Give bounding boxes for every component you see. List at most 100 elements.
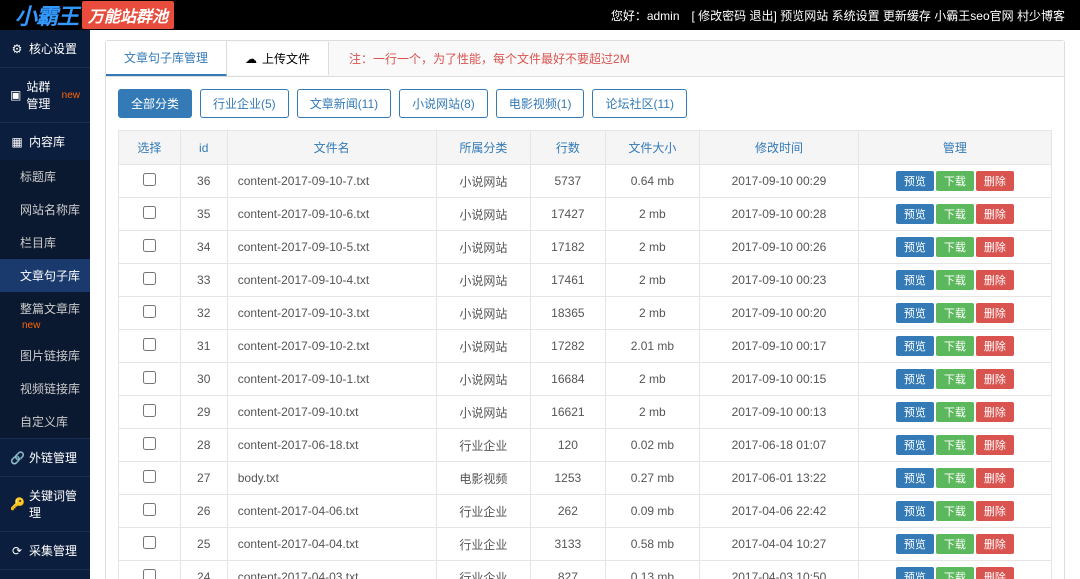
header-link[interactable]: 系统设置 [832, 9, 880, 23]
delete-button[interactable]: 删除 [976, 336, 1014, 356]
delete-button[interactable]: 删除 [976, 567, 1014, 579]
welcome-text: 您好：admin [611, 7, 680, 24]
row-checkbox[interactable] [143, 239, 156, 252]
table-row: 27body.txt电影视频12530.27 mb2017-06-01 13:2… [119, 462, 1052, 495]
sidebar-item-整篇文章库[interactable]: 整篇文章库new [0, 292, 90, 339]
delete-button[interactable]: 删除 [976, 237, 1014, 257]
header-link[interactable]: 预览网站 [780, 9, 828, 23]
col-header: 行数 [531, 131, 606, 165]
preview-button[interactable]: 预览 [896, 303, 934, 323]
row-checkbox[interactable] [143, 173, 156, 186]
row-checkbox[interactable] [143, 305, 156, 318]
download-button[interactable]: 下载 [936, 303, 974, 323]
delete-button[interactable]: 删除 [976, 501, 1014, 521]
delete-button[interactable]: 删除 [976, 369, 1014, 389]
preview-button[interactable]: 预览 [896, 237, 934, 257]
preview-button[interactable]: 预览 [896, 171, 934, 191]
filter-全部分类[interactable]: 全部分类 [118, 89, 192, 118]
table-row: 31content-2017-09-10-2.txt小说网站172822.01 … [119, 330, 1052, 363]
tab-上传文件[interactable]: ☁ 上传文件 [227, 42, 329, 75]
row-checkbox[interactable] [143, 338, 156, 351]
preview-button[interactable]: 预览 [896, 567, 934, 579]
sidebar-item-视频链接库[interactable]: 视频链接库 [0, 372, 90, 405]
filter-行业企业(5)[interactable]: 行业企业(5) [200, 89, 289, 118]
col-header: 文件大小 [605, 131, 700, 165]
table-row: 33content-2017-09-10-4.txt小说网站174612 mb2… [119, 264, 1052, 297]
sidebar-item-栏目库[interactable]: 栏目库 [0, 226, 90, 259]
preview-button[interactable]: 预览 [896, 402, 934, 422]
delete-button[interactable]: 删除 [976, 435, 1014, 455]
sidebar-item-标题库[interactable]: 标题库 [0, 160, 90, 193]
delete-button[interactable]: 删除 [976, 303, 1014, 323]
sidebar-group-关键词管理[interactable]: 🔑 关键词管理 [0, 477, 90, 531]
row-checkbox[interactable] [143, 569, 156, 579]
sidebar-item-自定义库[interactable]: 自定义库 [0, 405, 90, 438]
header-link[interactable]: 退出] [750, 9, 777, 23]
preview-button[interactable]: 预览 [896, 270, 934, 290]
sidebar-group-核心设置[interactable]: ⚙ 核心设置 [0, 30, 90, 67]
download-button[interactable]: 下载 [936, 369, 974, 389]
sidebar-group-内容库[interactable]: ▦ 内容库 [0, 123, 90, 160]
header-link[interactable]: 村少博客 [1017, 9, 1065, 23]
filter-电影视频(1)[interactable]: 电影视频(1) [496, 89, 585, 118]
logo: 小霸王 万能站群池 [15, 0, 174, 31]
download-button[interactable]: 下载 [936, 567, 974, 579]
delete-button[interactable]: 删除 [976, 534, 1014, 554]
preview-button[interactable]: 预览 [896, 534, 934, 554]
download-button[interactable]: 下载 [936, 336, 974, 356]
filter-小说网站(8)[interactable]: 小说网站(8) [399, 89, 488, 118]
table-row: 35content-2017-09-10-6.txt小说网站174272 mb2… [119, 198, 1052, 231]
delete-button[interactable]: 删除 [976, 171, 1014, 191]
col-header: 修改时间 [700, 131, 859, 165]
delete-button[interactable]: 删除 [976, 468, 1014, 488]
filter-row: 全部分类行业企业(5) 文章新闻(11) 小说网站(8) 电影视频(1)论坛社区(11… [118, 89, 1052, 118]
row-checkbox[interactable] [143, 536, 156, 549]
download-button[interactable]: 下载 [936, 534, 974, 554]
row-checkbox[interactable] [143, 206, 156, 219]
sidebar-group-模板管理[interactable]: ▤ 模板管理 [0, 570, 90, 579]
preview-button[interactable]: 预览 [896, 435, 934, 455]
sidebar-item-图片链接库[interactable]: 图片链接库 [0, 339, 90, 372]
download-button[interactable]: 下载 [936, 171, 974, 191]
row-checkbox[interactable] [143, 371, 156, 384]
preview-button[interactable]: 预览 [896, 501, 934, 521]
sidebar-icon: ▣ [10, 88, 21, 102]
row-checkbox[interactable] [143, 503, 156, 516]
row-checkbox[interactable] [143, 470, 156, 483]
sidebar-group-采集管理[interactable]: ⟳ 采集管理 [0, 532, 90, 569]
preview-button[interactable]: 预览 [896, 369, 934, 389]
download-button[interactable]: 下载 [936, 435, 974, 455]
preview-button[interactable]: 预览 [896, 468, 934, 488]
download-button[interactable]: 下载 [936, 468, 974, 488]
header-link[interactable]: 更新缓存 [883, 9, 931, 23]
delete-button[interactable]: 删除 [976, 270, 1014, 290]
sidebar: ⚙ 核心设置▣ 站群管理new▦ 内容库标题库网站名称库栏目库文章句子库整篇文章… [0, 30, 90, 579]
col-header: 文件名 [227, 131, 436, 165]
download-button[interactable]: 下载 [936, 204, 974, 224]
header-link[interactable]: [ 修改密码 [692, 9, 747, 23]
sidebar-icon: 🔗 [10, 451, 24, 465]
header-link[interactable]: 小霸王seo官网 [934, 9, 1013, 23]
preview-button[interactable]: 预览 [896, 204, 934, 224]
sidebar-group-外链管理[interactable]: 🔗 外链管理 [0, 439, 90, 476]
download-button[interactable]: 下载 [936, 501, 974, 521]
row-checkbox[interactable] [143, 272, 156, 285]
sidebar-item-网站名称库[interactable]: 网站名称库 [0, 193, 90, 226]
sidebar-group-站群管理[interactable]: ▣ 站群管理new [0, 68, 90, 122]
top-header: 小霸王 万能站群池 您好：admin [ 修改密码 退出] 预览网站 系统设置 … [0, 0, 1080, 30]
table-row: 34content-2017-09-10-5.txt小说网站171822 mb2… [119, 231, 1052, 264]
tab-文章句子库管理[interactable]: 文章句子库管理 [106, 41, 227, 76]
table-row: 24content-2017-04-03.txt行业企业8270.13 mb20… [119, 561, 1052, 579]
filter-论坛社区(11)[interactable]: 论坛社区(11) [592, 89, 686, 118]
row-checkbox[interactable] [143, 437, 156, 450]
download-button[interactable]: 下载 [936, 270, 974, 290]
preview-button[interactable]: 预览 [896, 336, 934, 356]
delete-button[interactable]: 删除 [976, 204, 1014, 224]
tab-note: 注：一行一个，为了性能，每个文件最好不要超过2M [349, 50, 630, 67]
download-button[interactable]: 下载 [936, 402, 974, 422]
filter-文章新闻(11)[interactable]: 文章新闻(11) [297, 89, 391, 118]
delete-button[interactable]: 删除 [976, 402, 1014, 422]
row-checkbox[interactable] [143, 404, 156, 417]
sidebar-item-文章句子库[interactable]: 文章句子库 [0, 259, 90, 292]
download-button[interactable]: 下载 [936, 237, 974, 257]
